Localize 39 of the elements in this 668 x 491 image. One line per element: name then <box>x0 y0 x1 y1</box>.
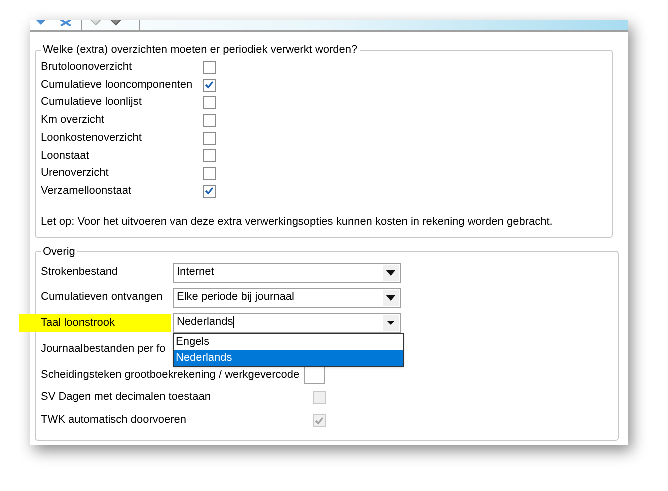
field-label: Scheidingsteken grootboekrekening / werkgevercode <box>41 368 300 383</box>
input-field[interactable] <box>304 366 325 384</box>
notice-text: Let op: Voor het uitvoeren van deze extra verwerkingsopties kunnen kosten in rekening worden gebracht. <box>41 215 554 230</box>
checkbox[interactable] <box>203 149 216 162</box>
option-label: Km overzicht <box>41 113 106 128</box>
checkbox[interactable] <box>203 96 216 110</box>
option-label: Cumulatieve looncomponenten <box>41 78 194 93</box>
group-title: Overig <box>42 244 76 260</box>
checkbox[interactable] <box>203 60 216 74</box>
field-label: Journaalbestanden per fo <box>41 342 167 358</box>
option-label: Verzamelloonstaat <box>41 184 132 199</box>
option-label: Urenoverzicht <box>41 166 110 182</box>
caret-icon <box>383 314 399 330</box>
checkbox[interactable] <box>203 166 216 180</box>
checkmark-icon <box>205 81 214 90</box>
field-label: Cumulatieven ontvangen <box>41 290 164 306</box>
checkbox[interactable] <box>203 78 216 92</box>
checkbox[interactable] <box>203 114 216 127</box>
dropdown-option[interactable]: Engels <box>174 334 403 350</box>
arrow-icon[interactable] <box>36 20 46 25</box>
field-label: SV Dagen met decimalen toestaan <box>41 390 211 406</box>
checkbox[interactable] <box>203 132 216 145</box>
dropdown-field[interactable]: Elke periode bij journaal <box>173 288 401 308</box>
field-label: TWK automatisch doorvoeren <box>41 413 187 428</box>
checkbox[interactable] <box>203 184 216 198</box>
dropdown-field[interactable]: Internet <box>173 262 401 282</box>
option-label: Brutoloonoverzicht <box>41 60 134 76</box>
field-label: Taal loonstrook <box>19 314 171 332</box>
group-title: Welke (extra) overzichten moeten er periodiek verwerkt worden? <box>42 43 359 58</box>
checkmark-icon <box>315 416 324 424</box>
option-label: Loonstaat <box>41 148 90 164</box>
dropdown-field[interactable]: Nederlands <box>173 312 401 332</box>
option-label: Loonkostenoverzicht <box>41 130 143 146</box>
caret-icon <box>383 264 399 280</box>
checkmark-icon <box>205 187 214 196</box>
dropdown-option[interactable]: Nederlands <box>174 350 403 366</box>
caret-icon <box>383 290 399 306</box>
field-label: Strokenbestand <box>41 265 120 280</box>
option-label: Cumulatieve loonlijst <box>41 95 143 110</box>
